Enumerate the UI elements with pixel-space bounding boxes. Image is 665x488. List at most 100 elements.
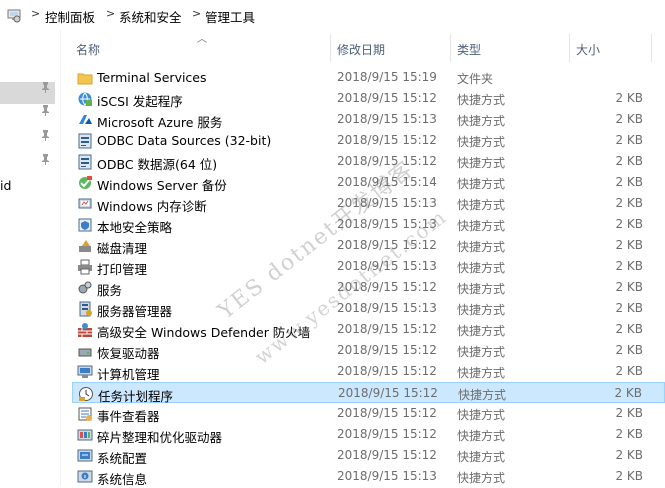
file-modified-date: 2018/9/15 15:12: [338, 386, 438, 400]
file-name: Terminal Services: [97, 70, 207, 85]
file-name: Microsoft Azure 服务: [97, 115, 223, 130]
file-row[interactable]: 系统配置 2018/9/15 15:12 快捷方式 2 KB: [72, 445, 665, 466]
file-modified-date: 2018/9/15 15:12: [337, 364, 437, 378]
pin-icon[interactable]: [41, 105, 50, 116]
file-name: 计算机管理: [97, 367, 160, 382]
file-name: 系统配置: [97, 451, 148, 466]
pin-icon[interactable]: [41, 154, 50, 165]
file-type: 快捷方式: [457, 156, 506, 170]
odbc-icon: [77, 133, 93, 149]
file-size: 2 KB: [615, 280, 643, 294]
column-header-modified[interactable]: 修改日期: [337, 41, 385, 58]
file-row[interactable]: 磁盘清理 2018/9/15 15:12 快捷方式 2 KB: [72, 235, 665, 256]
file-name: 磁盘清理: [97, 241, 148, 256]
file-type: 快捷方式: [457, 303, 506, 317]
breadcrumb-separator: >: [106, 7, 116, 20]
file-row[interactable]: 系统信息 2018/9/15 15:13 快捷方式 2 KB: [72, 466, 665, 487]
file-size: 2 KB: [615, 406, 643, 420]
file-type: 快捷方式: [458, 388, 507, 402]
file-row[interactable]: 本地安全策略 2018/9/15 15:13 快捷方式 2 KB: [72, 214, 665, 235]
file-modified-date: 2018/9/15 15:12: [337, 427, 437, 441]
file-name: iSCSI 发起程序: [97, 94, 183, 109]
breadcrumb-admin-tools[interactable]: 管理工具: [205, 7, 255, 26]
file-name: 服务器管理器: [97, 304, 173, 319]
breadcrumb-system-security[interactable]: 系统和安全: [119, 7, 182, 26]
folder-icon: [77, 70, 93, 86]
file-type: 快捷方式: [457, 177, 506, 191]
file-name: 本地安全策略: [97, 220, 173, 235]
breadcrumb-control-panel[interactable]: 控制面板: [45, 7, 95, 26]
file-type: 快捷方式: [457, 429, 506, 443]
file-modified-date: 2018/9/15 15:12: [337, 343, 437, 357]
security-policy-icon: [77, 217, 93, 233]
computer-management-icon: [77, 364, 93, 380]
file-name: ODBC Data Sources (32-bit): [97, 133, 272, 148]
file-row[interactable]: 恢复驱动器 2018/9/15 15:12 快捷方式 2 KB: [72, 340, 665, 361]
file-size: 2 KB: [615, 196, 643, 210]
pane-divider[interactable]: [60, 30, 61, 486]
file-type: 文件夹: [457, 72, 494, 86]
file-name: Windows Server 备份: [97, 178, 227, 193]
file-type: 快捷方式: [457, 135, 506, 149]
column-header-size[interactable]: 大小: [576, 41, 600, 58]
file-name: 服务: [97, 283, 123, 298]
file-type: 快捷方式: [457, 198, 506, 212]
file-modified-date: 2018/9/15 15:12: [337, 448, 437, 462]
file-row[interactable]: 计算机管理 2018/9/15 15:12 快捷方式 2 KB: [72, 361, 665, 382]
system-info-icon: [77, 469, 93, 485]
file-name: ODBC 数据源(64 位): [97, 157, 218, 172]
sort-ascending-icon: ︿: [197, 34, 207, 45]
address-bar[interactable]: > 控制面板 > 系统和安全 > 管理工具: [0, 0, 665, 31]
column-divider[interactable]: [569, 34, 570, 62]
file-row[interactable]: Terminal Services 2018/9/15 15:19 文件夹: [72, 67, 665, 88]
file-row[interactable]: 碎片整理和优化驱动器 2018/9/15 15:12 快捷方式 2 KB: [72, 424, 665, 445]
file-type: 快捷方式: [457, 345, 506, 359]
breadcrumb-separator: >: [31, 7, 41, 20]
file-type: 快捷方式: [457, 240, 506, 254]
file-type: 快捷方式: [457, 450, 506, 464]
file-row[interactable]: 事件查看器 2018/9/15 15:12 快捷方式 2 KB: [72, 403, 665, 424]
defrag-icon: [77, 427, 93, 443]
file-modified-date: 2018/9/15 15:12: [337, 91, 437, 105]
file-size: 2 KB: [615, 427, 643, 441]
column-divider[interactable]: [651, 34, 652, 62]
column-divider[interactable]: [450, 34, 451, 62]
column-divider[interactable]: [330, 34, 331, 62]
navigation-pane[interactable]: id: [0, 30, 60, 486]
file-modified-date: 2018/9/15 15:13: [337, 301, 437, 315]
column-header-type[interactable]: 类型: [457, 41, 481, 58]
control-panel-icon: [7, 9, 21, 23]
disk-cleanup-icon: [77, 238, 93, 254]
file-row[interactable]: ODBC Data Sources (32-bit) 2018/9/15 15:1…: [72, 130, 665, 151]
file-size: 2 KB: [615, 343, 643, 357]
file-name: 碎片整理和优化驱动器: [97, 430, 223, 445]
system-config-icon: [77, 448, 93, 464]
pin-icon[interactable]: [41, 130, 50, 141]
file-row[interactable]: ODBC 数据源(64 位) 2018/9/15 15:12 快捷方式 2 KB: [72, 151, 665, 172]
server-manager-icon: [77, 301, 93, 317]
file-size: 2 KB: [615, 133, 643, 147]
file-row[interactable]: 任务计划程序 2018/9/15 15:12 快捷方式 2 KB: [72, 382, 665, 404]
file-size: 2 KB: [615, 154, 643, 168]
breadcrumb-separator: >: [192, 7, 202, 20]
file-type: 快捷方式: [457, 324, 506, 338]
file-row[interactable]: 服务器管理器 2018/9/15 15:13 快捷方式 2 KB: [72, 298, 665, 319]
memory-icon: [77, 196, 93, 212]
task-scheduler-icon: [78, 386, 94, 402]
file-row[interactable]: iSCSI 发起程序 2018/9/15 15:12 快捷方式 2 KB: [72, 88, 665, 109]
file-type: 快捷方式: [457, 471, 506, 485]
pin-icon[interactable]: [41, 82, 50, 93]
file-row[interactable]: Microsoft Azure 服务 2018/9/15 15:13 快捷方式 2 K…: [72, 109, 665, 130]
column-header-name[interactable]: 名称: [76, 41, 100, 58]
column-header-bar: ︿ 名称 修改日期 类型 大小: [61, 30, 665, 64]
file-type: 快捷方式: [457, 282, 506, 296]
nav-item-label[interactable]: id: [0, 178, 11, 193]
file-size: 2 KB: [615, 112, 643, 126]
iscsi-icon: [77, 91, 93, 107]
file-row[interactable]: 高级安全 Windows Defender 防火墙 2018/9/15 15:12…: [72, 319, 665, 340]
azure-icon: [77, 112, 93, 128]
file-type: 快捷方式: [457, 366, 506, 380]
file-modified-date: 2018/9/15 15:12: [337, 133, 437, 147]
file-modified-date: 2018/9/15 15:13: [337, 112, 437, 126]
file-name: 恢复驱动器: [97, 346, 160, 361]
